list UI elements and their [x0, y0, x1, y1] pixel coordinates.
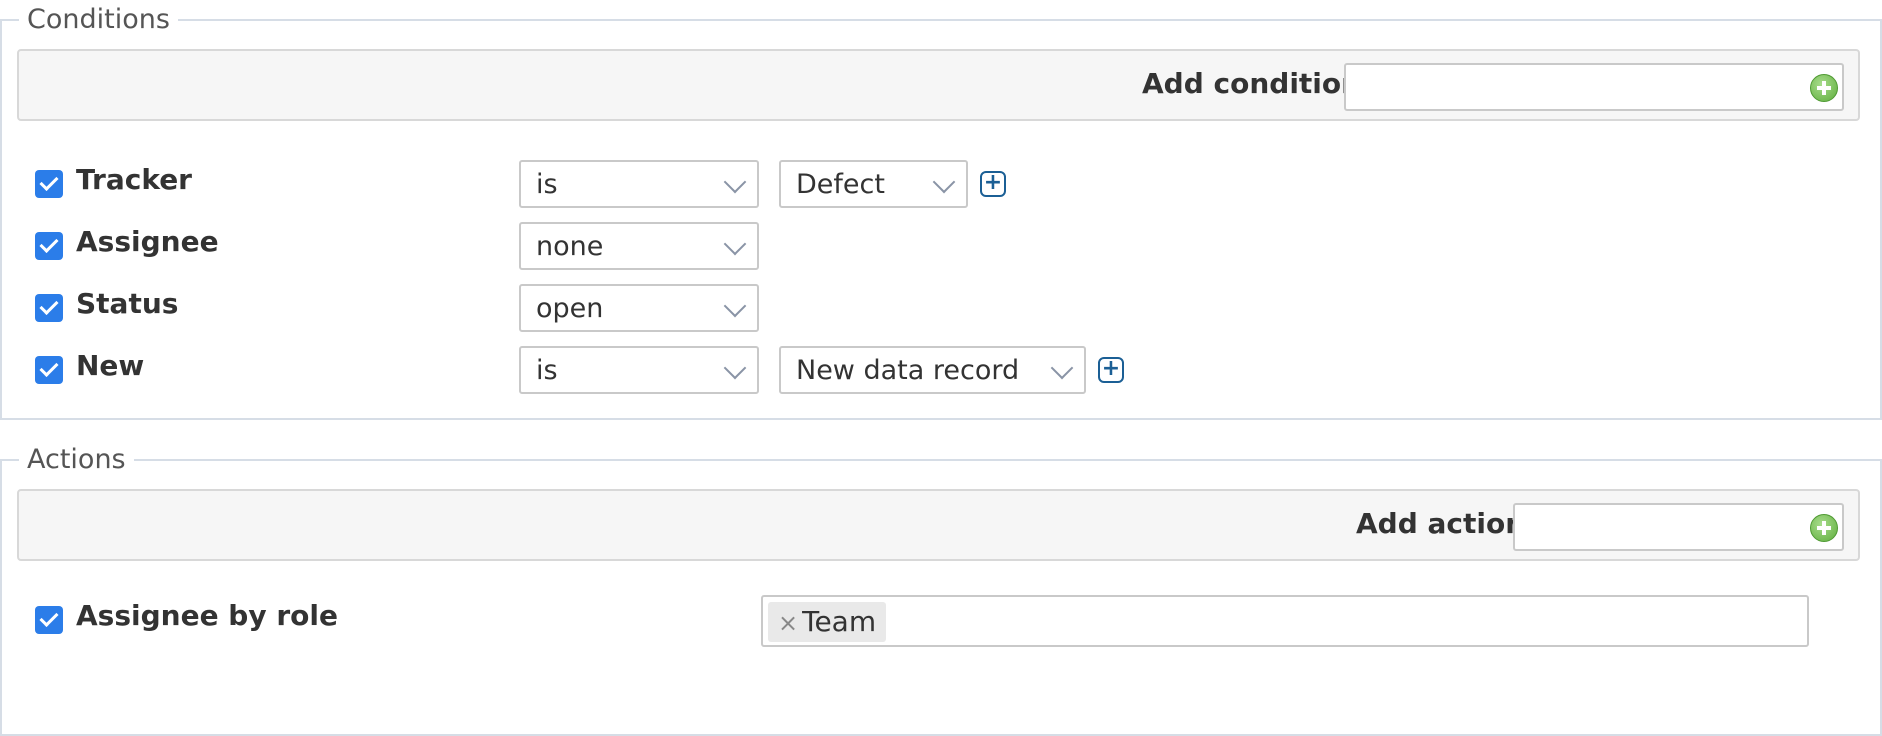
chevron-down-icon	[723, 294, 747, 318]
chevron-down-icon	[723, 232, 747, 256]
remove-tag-icon[interactable]: ×	[778, 609, 798, 637]
chevron-down-icon	[932, 170, 956, 194]
new-value-select[interactable]: New data record	[779, 346, 1086, 394]
new-label: New	[76, 349, 145, 382]
plus-square-icon[interactable]: +	[980, 171, 1006, 197]
assignee-label: Assignee	[76, 225, 219, 258]
assignee-checkbox[interactable]	[35, 232, 63, 260]
add-action-select[interactable]	[1513, 503, 1844, 551]
plus-circle-icon[interactable]	[1810, 74, 1838, 102]
status-operator-select[interactable]: open	[519, 284, 759, 332]
chevron-down-icon	[723, 356, 747, 380]
chevron-down-icon	[723, 170, 747, 194]
chevron-down-icon	[1050, 356, 1074, 380]
new-value: New data record	[796, 355, 1020, 386]
conditions-legend: Conditions	[27, 4, 170, 35]
status-checkbox[interactable]	[35, 294, 63, 322]
tracker-operator-value: is	[536, 169, 558, 200]
new-operator-select[interactable]: is	[519, 346, 759, 394]
add-action-bar: Add action	[17, 489, 1860, 561]
tracker-value-select[interactable]: Defect	[779, 160, 968, 208]
add-condition-bar: Add condition	[17, 49, 1860, 121]
tracker-operator-select[interactable]: is	[519, 160, 759, 208]
assignee-by-role-label: Assignee by role	[76, 599, 338, 632]
plus-square-icon[interactable]: +	[1098, 357, 1124, 383]
assignee-by-role-tag-input[interactable]: × Team	[761, 595, 1809, 647]
add-action-label: Add action	[1356, 507, 1526, 540]
status-operator-value: open	[536, 293, 604, 324]
add-condition-label: Add condition	[1142, 67, 1362, 100]
tag-label: Team	[802, 605, 877, 638]
tracker-label: Tracker	[76, 163, 192, 196]
assignee-operator-select[interactable]: none	[519, 222, 759, 270]
tracker-value: Defect	[796, 169, 885, 200]
tracker-checkbox[interactable]	[35, 170, 63, 198]
status-label: Status	[76, 287, 179, 320]
assignee-by-role-checkbox[interactable]	[35, 606, 63, 634]
new-checkbox[interactable]	[35, 356, 63, 384]
tag-team: × Team	[768, 602, 887, 642]
new-operator-value: is	[536, 355, 558, 386]
add-condition-select[interactable]	[1344, 63, 1844, 111]
assignee-operator-value: none	[536, 231, 604, 262]
plus-circle-icon[interactable]	[1810, 514, 1838, 542]
actions-legend: Actions	[27, 444, 126, 475]
